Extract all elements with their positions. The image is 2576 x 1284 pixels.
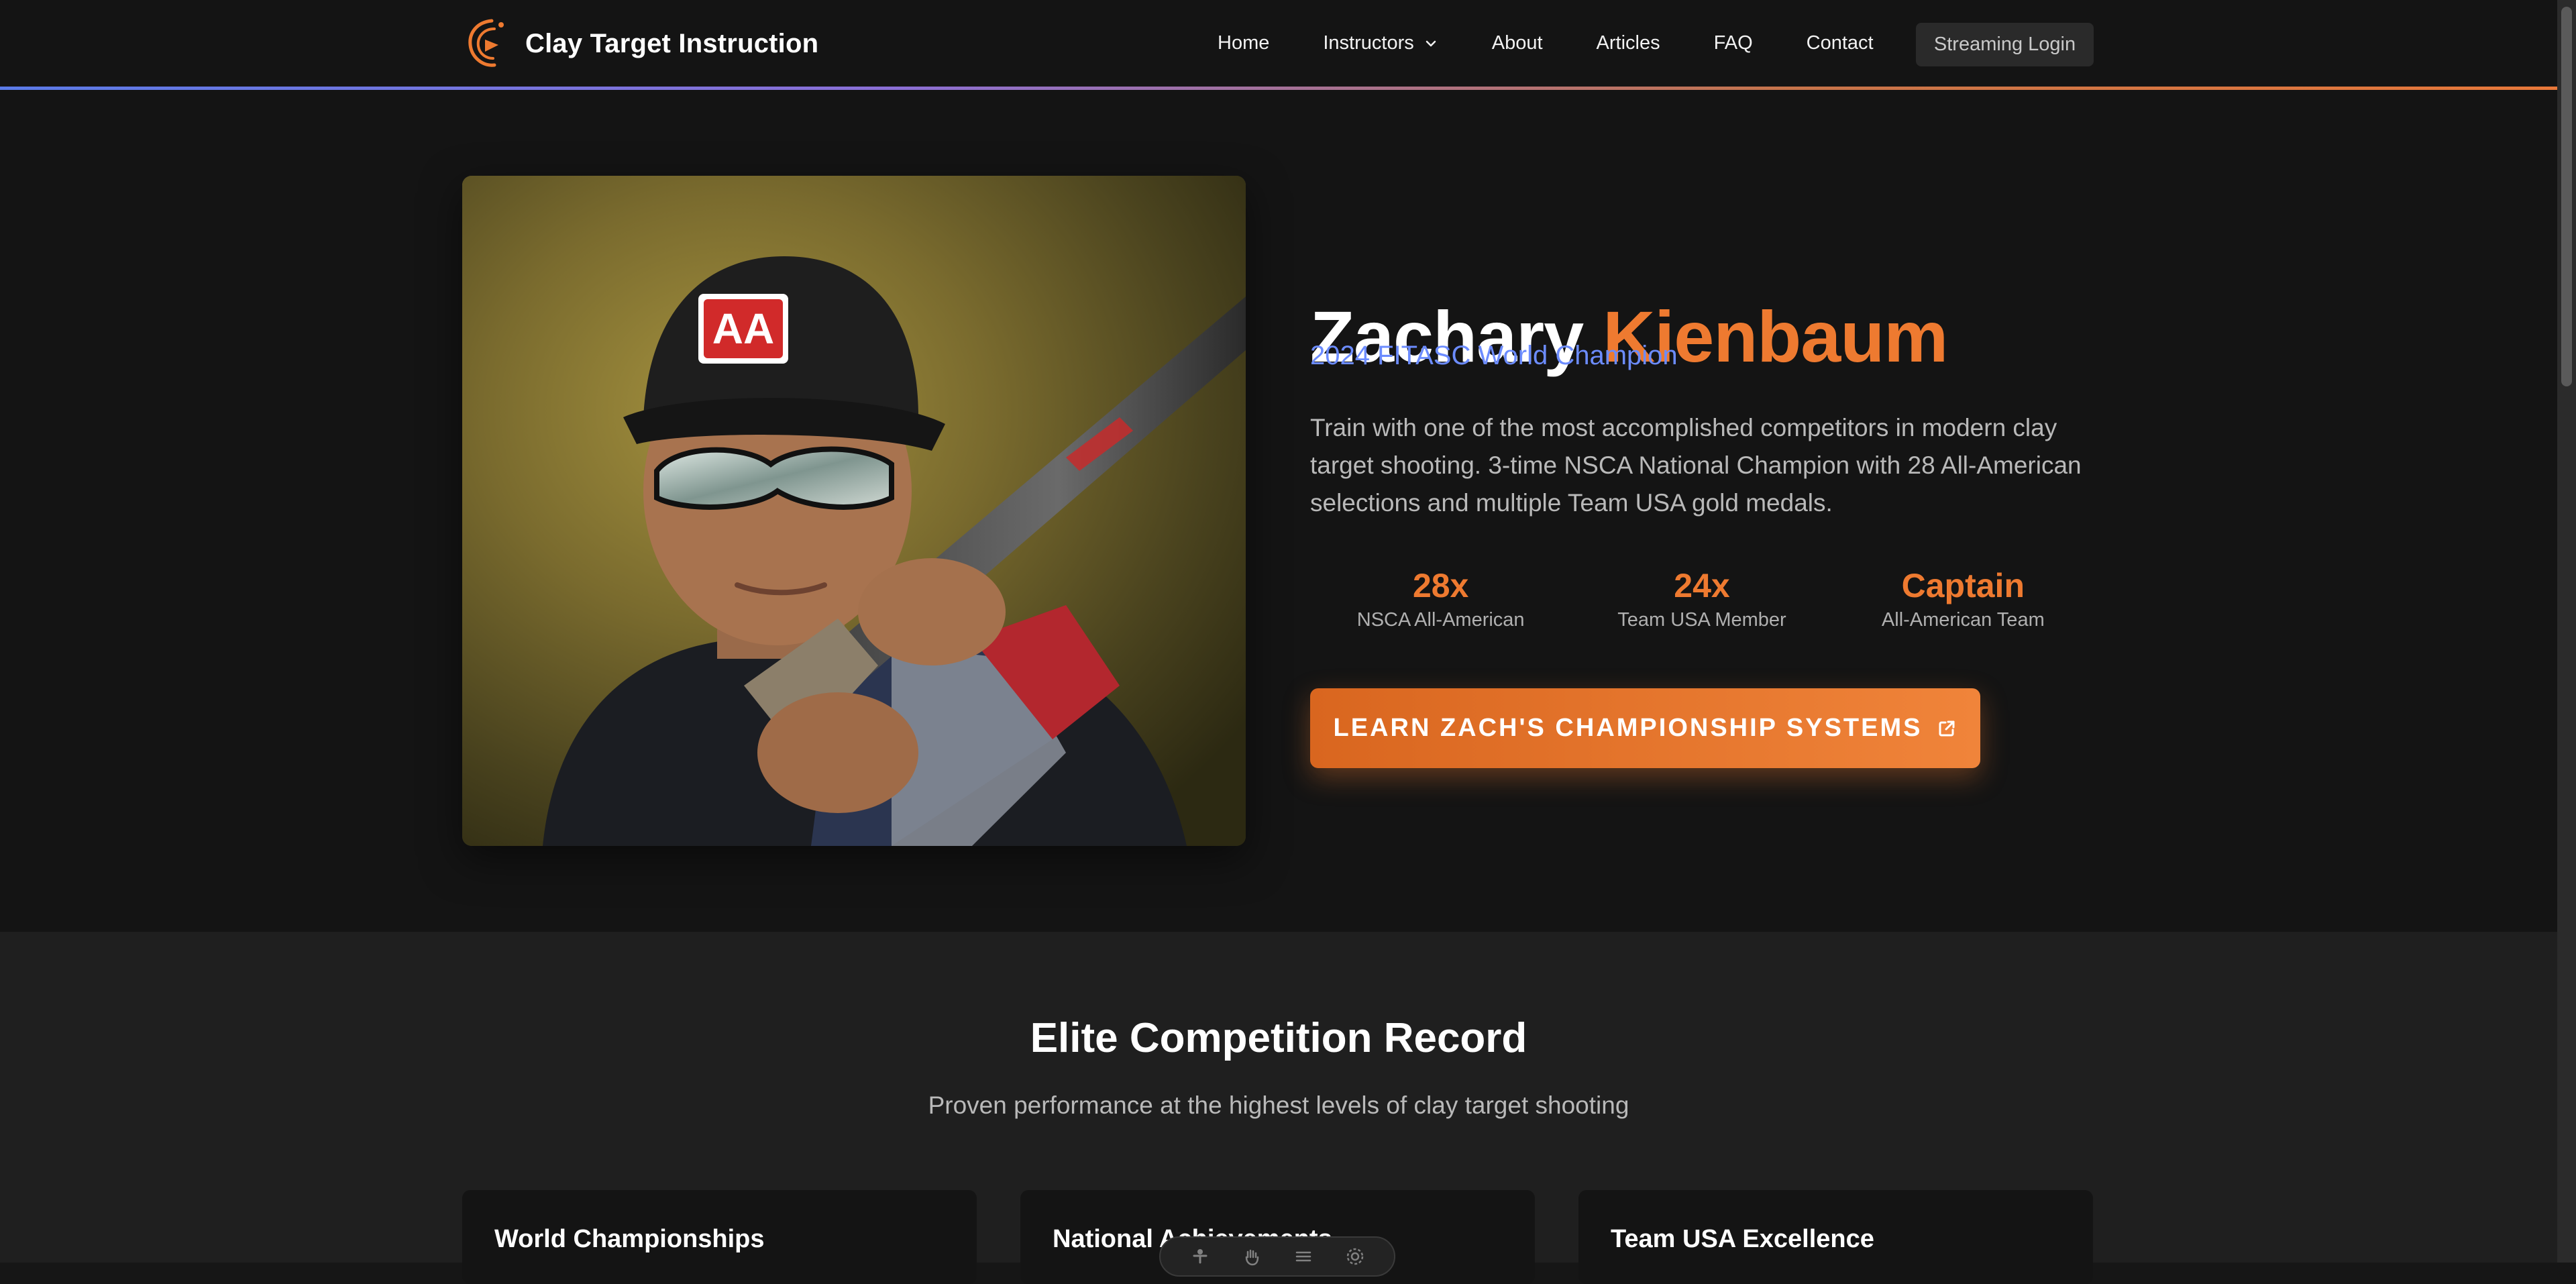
settings-icon[interactable] — [1345, 1246, 1365, 1267]
stat-value: Captain — [1901, 567, 2025, 604]
hand-icon[interactable] — [1242, 1246, 1262, 1267]
card-title: Team USA Excellence — [1611, 1225, 1874, 1253]
nav-articles[interactable]: Articles — [1597, 32, 1660, 54]
brand[interactable]: Clay Target Instruction — [465, 16, 818, 71]
nav-about[interactable]: About — [1492, 32, 1543, 54]
stats-row: 28x NSCA All-American 24x Team USA Membe… — [1310, 565, 2094, 631]
accessibility-icon[interactable] — [1190, 1246, 1210, 1267]
nav-instructors-label: Instructors — [1323, 32, 1414, 54]
stat-value: 24x — [1674, 567, 1730, 604]
nav-faq[interactable]: FAQ — [1714, 32, 1753, 54]
main-nav: Home Instructors About Articles FAQ Cont… — [1218, 0, 1874, 87]
site-header: Clay Target Instruction Home Instructors… — [0, 0, 2557, 87]
instructor-description: Train with one of the most accomplished … — [1310, 414, 2082, 517]
page-scrollbar[interactable] — [2557, 0, 2576, 1263]
section-title: Elite Competition Record — [1030, 1015, 1527, 1061]
card-title: World Championships — [494, 1225, 765, 1253]
stat-team-usa: 24x Team USA Member — [1571, 565, 1832, 631]
external-link-icon — [1939, 720, 1955, 736]
floating-toolbar[interactable] — [1159, 1236, 1395, 1277]
stat-label: All-American Team — [1881, 609, 2045, 631]
scrollbar-thumb[interactable] — [2561, 7, 2572, 386]
nav-home[interactable]: Home — [1218, 32, 1269, 54]
cta-label: LEARN ZACH'S CHAMPIONSHIP SYSTEMS — [1333, 714, 1923, 742]
stat-label: Team USA Member — [1617, 609, 1786, 631]
stat-value: 28x — [1412, 567, 1469, 604]
stat-all-american: 28x NSCA All-American — [1310, 565, 1571, 631]
clay-target-logo-icon — [468, 19, 504, 67]
chevron-down-icon — [1426, 40, 1436, 46]
hero-section — [0, 90, 2557, 932]
cap-logo-text: AA — [712, 305, 774, 353]
nav-instructors[interactable]: Instructors — [1323, 32, 1438, 54]
championship-systems-button[interactable]: LEARN ZACH'S CHAMPIONSHIP SYSTEMS — [1310, 688, 1980, 768]
card-team-usa-excellence: Team USA Excellence — [1578, 1190, 2093, 1284]
brand-name: Clay Target Instruction — [525, 28, 819, 58]
nav-contact[interactable]: Contact — [1807, 32, 1874, 54]
instructor-photo: AA — [462, 176, 1246, 846]
streaming-login-button[interactable]: Streaming Login — [1916, 23, 2094, 66]
card-world-championships: World Championships — [462, 1190, 977, 1284]
stat-captain: Captain All-American Team — [1833, 565, 2094, 631]
instructor-title: 2024 FITASC World Champion — [1310, 341, 1678, 370]
stat-label: NSCA All-American — [1356, 609, 1525, 631]
competition-record-section: Elite Competition Record Proven performa… — [0, 932, 2557, 1284]
menu-icon[interactable] — [1293, 1246, 1313, 1267]
section-subtitle: Proven performance at the highest levels… — [928, 1091, 1629, 1119]
instructor-photo-illustration: AA — [462, 176, 1246, 846]
